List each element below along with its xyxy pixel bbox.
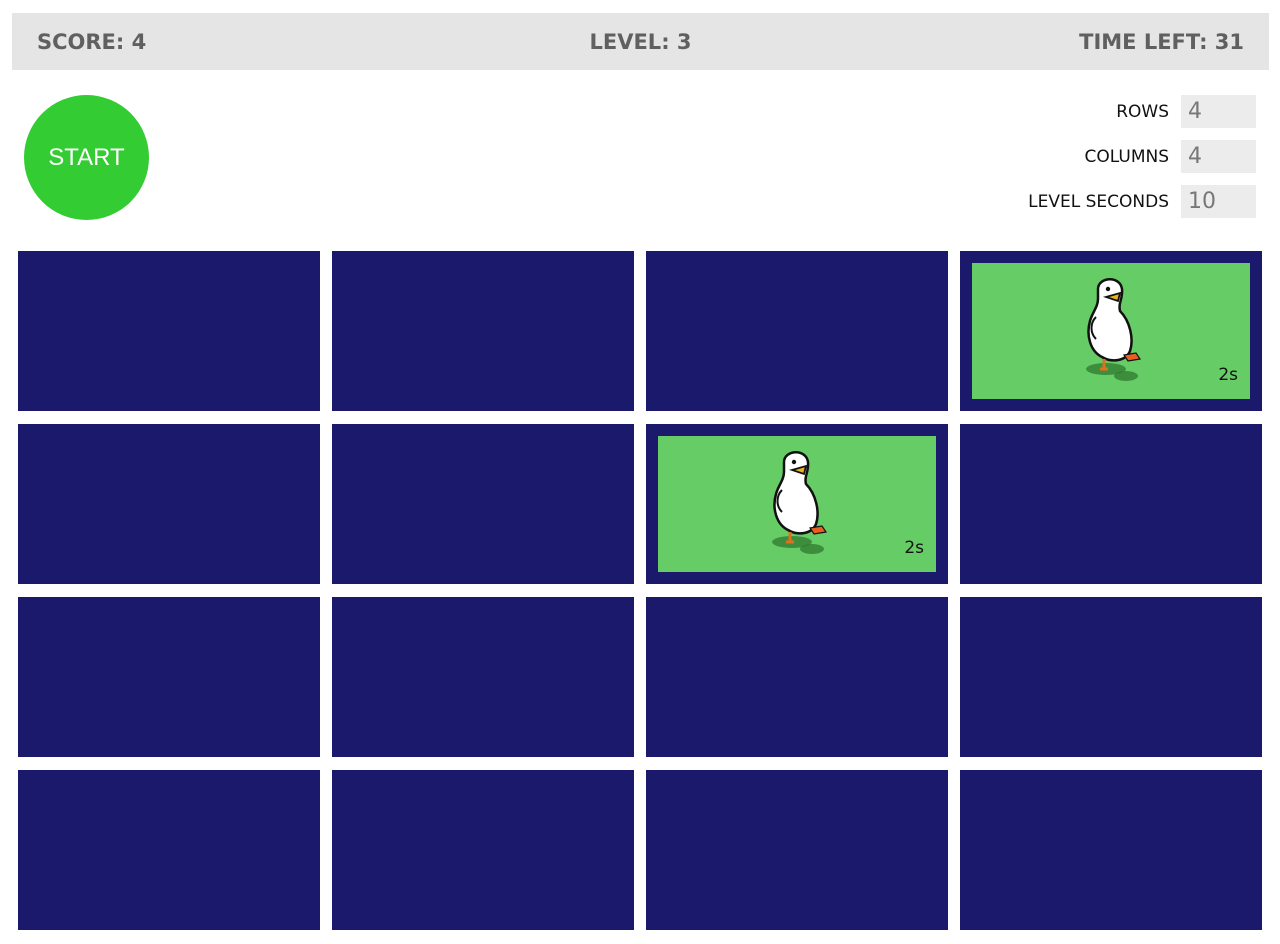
start-button[interactable]: START: [24, 95, 149, 220]
status-bar: SCORE: 4 LEVEL: 3 TIME LEFT: 31: [12, 13, 1269, 70]
board-tile[interactable]: 2s: [646, 424, 948, 584]
tile-face: 2s: [658, 436, 936, 572]
tile-face: 2s: [972, 263, 1250, 399]
level-seconds-label: LEVEL SECONDS: [1028, 191, 1169, 212]
rows-input[interactable]: [1181, 95, 1256, 128]
board-tile[interactable]: [646, 597, 948, 757]
board-tile[interactable]: [960, 770, 1262, 930]
tile-timer: 2s: [1218, 365, 1238, 385]
columns-input[interactable]: [1181, 140, 1256, 173]
board-tile[interactable]: 2s: [960, 251, 1262, 411]
board-tile[interactable]: [332, 251, 634, 411]
score-display: SCORE: 4: [37, 29, 147, 54]
board-tile[interactable]: [18, 424, 320, 584]
duck-icon: [762, 446, 832, 556]
level-seconds-input[interactable]: [1181, 185, 1256, 218]
board-tile[interactable]: [960, 424, 1262, 584]
tile-timer: 2s: [904, 538, 924, 558]
rows-label: ROWS: [1116, 101, 1169, 122]
board-tile[interactable]: [646, 251, 948, 411]
board-tile[interactable]: [18, 770, 320, 930]
board-tile[interactable]: [960, 597, 1262, 757]
game-board: 2s 2s: [18, 251, 1263, 930]
board-tile[interactable]: [332, 597, 634, 757]
board-tile[interactable]: [18, 251, 320, 411]
board-tile[interactable]: [18, 597, 320, 757]
setting-level-seconds: LEVEL SECONDS: [956, 185, 1256, 218]
setting-rows: ROWS: [956, 95, 1256, 128]
duck-icon: [1076, 273, 1146, 383]
board-tile[interactable]: [332, 424, 634, 584]
board-tile[interactable]: [332, 770, 634, 930]
board-tile[interactable]: [646, 770, 948, 930]
settings-panel: ROWS COLUMNS LEVEL SECONDS: [956, 95, 1256, 230]
setting-columns: COLUMNS: [956, 140, 1256, 173]
time-left-display: TIME LEFT: 31: [1079, 29, 1244, 54]
columns-label: COLUMNS: [1084, 146, 1170, 167]
